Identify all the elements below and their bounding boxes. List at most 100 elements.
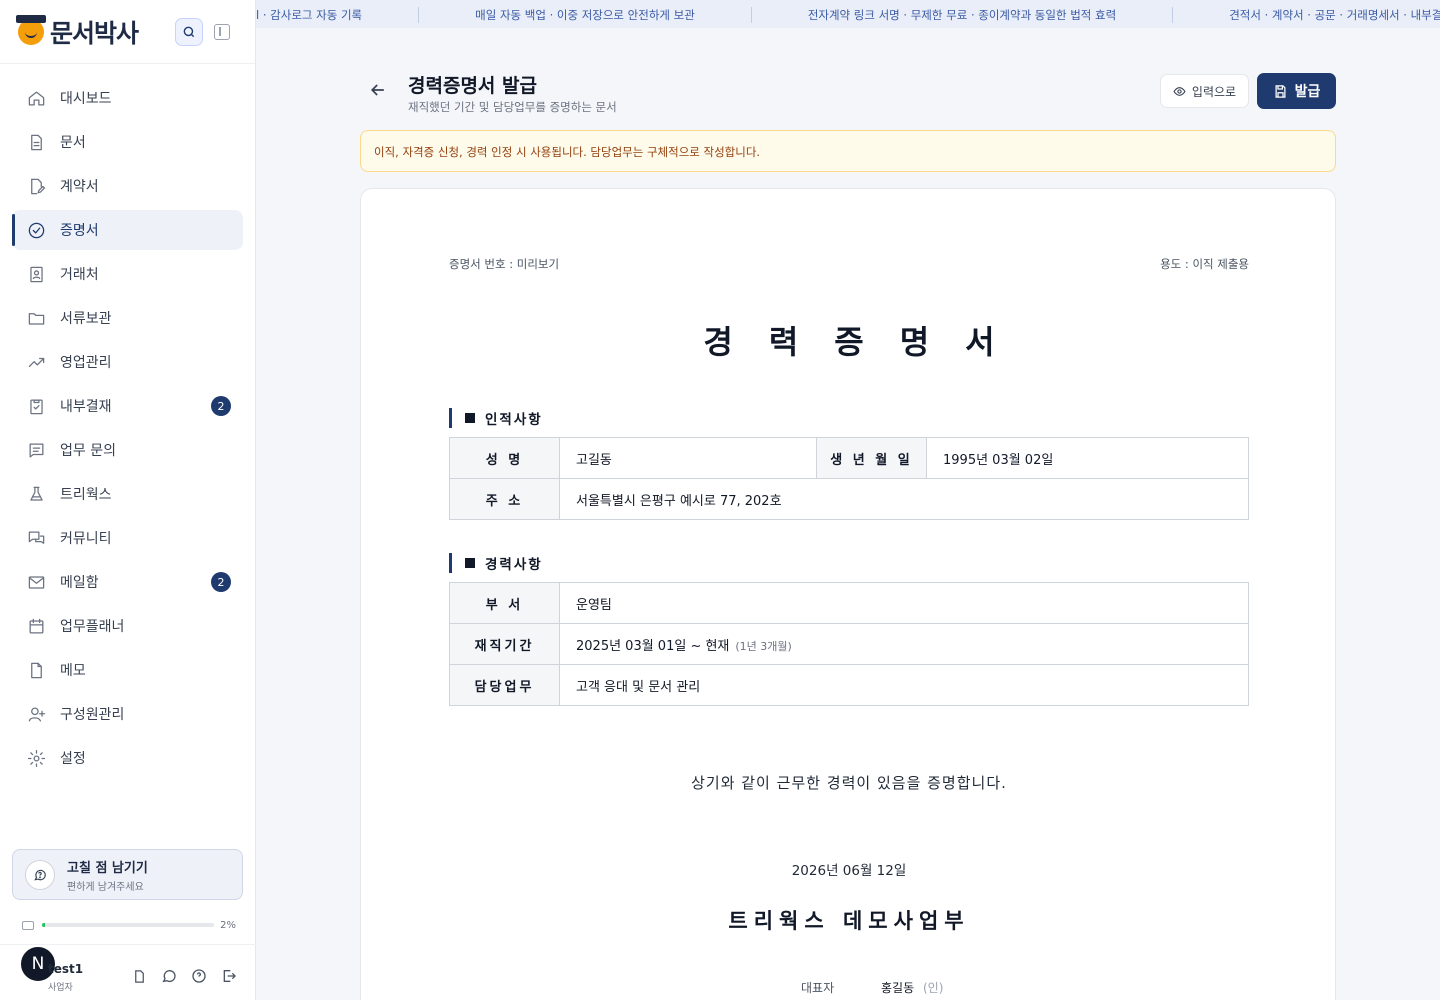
- storage-usage: 2%: [22, 918, 236, 932]
- period-duration: (1년 3개월): [735, 639, 792, 653]
- square-bullet-icon: [465, 413, 475, 423]
- ticker-item: l · 감사로그 자동 기록: [256, 7, 420, 23]
- sidebar-item-5[interactable]: 거래처: [12, 254, 243, 294]
- ticker-track: l · 감사로그 자동 기록 매일 자동 백업 · 이중 저장으로 안전하게 보관…: [256, 7, 1440, 23]
- sidebar-item-8[interactable]: 내부결재 2: [12, 386, 243, 426]
- owl-graduate-icon: [16, 14, 46, 45]
- sidebar-item-10[interactable]: 트리웍스: [12, 474, 243, 514]
- chat-bubbles-icon: [26, 528, 46, 548]
- feedback-title: 고칠 점 남기기: [67, 860, 148, 876]
- usage-notice: 이직, 자격증 신청, 경력 인정 시 사용됩니다. 담당업무는 구체적으로 작…: [360, 130, 1336, 172]
- memo-icon: [26, 660, 46, 680]
- user-role: 사업자: [48, 983, 73, 993]
- search-icon: [183, 26, 195, 38]
- brand-name: 문서박사: [50, 18, 139, 48]
- user-name: test1: [48, 962, 84, 976]
- sidebar-item-4[interactable]: 증명서: [12, 210, 243, 250]
- sidebar-item-15[interactable]: 구성원관리: [12, 694, 243, 734]
- dept-label: 부 서: [449, 582, 560, 624]
- address-value: 서울특별시 은평구 예시로 77, 202호: [559, 478, 1249, 520]
- issue-button[interactable]: 발급: [1257, 73, 1336, 109]
- sidebar-item-label: 구성원관리: [60, 707, 125, 723]
- name-value: 고길동: [559, 437, 817, 479]
- trend-icon: [26, 352, 46, 372]
- ticker-item: 견적서 · 계약서 · 공문 · 거래명세서 · 내부결재: [1173, 7, 1440, 23]
- certificate-purpose: 용도 : 이직 제출용: [1160, 257, 1249, 271]
- company-name: 트리웍스 데모사업부: [728, 909, 970, 933]
- sidebar-item-label: 트리웍스: [60, 487, 112, 503]
- message-square-icon: [26, 440, 46, 460]
- save-icon: [1275, 84, 1286, 98]
- flask-icon: [26, 484, 46, 504]
- sidebar-item-label: 업무 문의: [60, 443, 116, 459]
- page-subtitle: 재직했던 기간 및 담당업무를 증명하는 문서: [408, 100, 617, 114]
- page-header: 경력증명서 발급 재직했던 기간 및 담당업무를 증명하는 문서 입력으로 발급: [360, 68, 1336, 116]
- sidebar-item-label: 커뮤니티: [60, 531, 112, 547]
- career-section-label: 경력사항: [485, 557, 543, 573]
- feedback-button[interactable]: 고칠 점 남기기 편하게 남겨주세요: [12, 849, 243, 900]
- check-circle-icon: [26, 220, 46, 240]
- sidebar-item-label: 대시보드: [60, 91, 112, 107]
- sidebar-item-12[interactable]: 메일함 2: [12, 562, 243, 602]
- user-actions: [130, 967, 238, 985]
- logout-icon[interactable]: [220, 967, 238, 985]
- sidebar-item-9[interactable]: 업무 문의: [12, 430, 243, 470]
- sidebar-item-6[interactable]: 서류보관: [12, 298, 243, 338]
- logo[interactable]: 문서박사: [16, 14, 139, 50]
- sidebar-item-16[interactable]: 설정: [12, 738, 243, 778]
- contract-edit-icon: [26, 176, 46, 196]
- issue-label: 발급: [1294, 84, 1321, 100]
- user-panel: N test1 사업자: [0, 944, 256, 1000]
- storage-bar: [42, 923, 215, 927]
- file-icon[interactable]: [130, 967, 148, 985]
- sidebar-item-14[interactable]: 메모: [12, 650, 243, 690]
- career-table: 부 서 운영팀 재직기간 2025년 03월 01일 ~ 현재 (1년 3개월) …: [449, 582, 1249, 706]
- seal-mark: (인): [923, 981, 944, 995]
- clipboard-check-icon: [26, 396, 46, 416]
- search-button[interactable]: [175, 18, 203, 46]
- chat-icon[interactable]: [160, 967, 178, 985]
- table-row: 주 소 서울특별시 은평구 예시로 77, 202호: [449, 478, 1249, 520]
- input-mode-button[interactable]: 입력으로: [1160, 74, 1249, 108]
- representative-name: 홍길동: [881, 981, 915, 995]
- sidebar-item-3[interactable]: 계약서: [12, 166, 243, 206]
- sidebar-nav: 대시보드문서계약서증명서 거래처서류보관영업관리내부결재 2 업무 문의트리웍스커뮤니…: [12, 78, 243, 782]
- table-row: 부 서 운영팀: [449, 582, 1249, 624]
- ticker-item: 매일 자동 백업 · 이중 저장으로 안전하게 보관: [419, 7, 752, 23]
- certificate-number: 증명서 번호 : 미리보기: [449, 257, 560, 271]
- count-badge: 2: [211, 572, 231, 592]
- eye-icon: [1173, 86, 1186, 96]
- user-plus-icon: [26, 704, 46, 724]
- sidebar-item-label: 메모: [60, 663, 86, 679]
- sidebar-collapse-icon[interactable]: [214, 24, 230, 40]
- table-row: 성 명 고길동 생 년 월 일 1995년 03월 02일: [449, 437, 1249, 479]
- career-section-title: 경력사항: [449, 553, 543, 573]
- home-icon: [26, 88, 46, 108]
- calendar-icon: [26, 616, 46, 636]
- ticker-item: 전자계약 링크 서명 · 무제한 무료 · 종이계약과 동일한 법적 효력: [752, 7, 1174, 23]
- square-bullet-icon: [465, 558, 475, 568]
- issue-date: 2026년 06월 12일: [791, 863, 907, 879]
- gear-icon: [26, 748, 46, 768]
- table-row: 담당업무 고객 응대 및 문서 관리: [449, 664, 1249, 706]
- count-badge: 2: [211, 396, 231, 416]
- sidebar-item-label: 업무플래너: [60, 619, 125, 635]
- sidebar-item-1[interactable]: 대시보드: [12, 78, 243, 118]
- help-icon[interactable]: [190, 967, 208, 985]
- document-title: 경력증명서: [703, 323, 1031, 361]
- sidebar-item-label: 내부결재: [60, 399, 112, 415]
- sidebar-item-7[interactable]: 영업관리: [12, 342, 243, 382]
- personal-section-label: 인적사항: [485, 412, 543, 428]
- back-arrow-icon[interactable]: [368, 80, 388, 100]
- sidebar-item-13[interactable]: 업무플래너: [12, 606, 243, 646]
- address-label: 주 소: [449, 478, 560, 520]
- mail-icon: [26, 572, 46, 592]
- sidebar-item-label: 문서: [60, 135, 86, 151]
- duty-value: 고객 응대 및 문서 관리: [559, 664, 1249, 706]
- sidebar-item-11[interactable]: 커뮤니티: [12, 518, 243, 558]
- sidebar-item-2[interactable]: 문서: [12, 122, 243, 162]
- sidebar-item-label: 계약서: [60, 179, 99, 195]
- feedback-subtitle: 편하게 남겨주세요: [67, 881, 144, 893]
- sidebar-item-label: 서류보관: [60, 311, 112, 327]
- duty-label: 담당업무: [449, 664, 560, 706]
